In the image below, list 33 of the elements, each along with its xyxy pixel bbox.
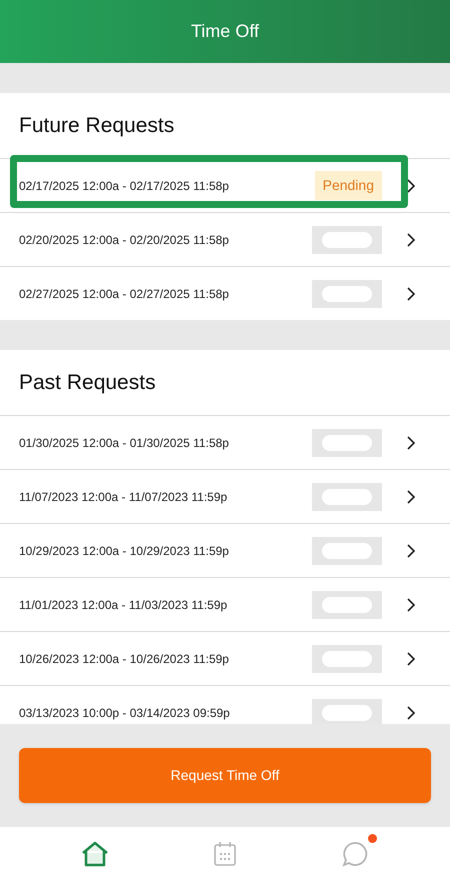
chevron-right-icon bbox=[406, 232, 416, 248]
date-range: 01/30/2025 12:00a - 01/30/2025 11:58p bbox=[19, 434, 230, 452]
date-range: 03/13/2023 10:00p - 03/14/2023 09:59p bbox=[19, 704, 231, 722]
date-range: 02/17/2025 12:00a - 02/17/2025 11:58p bbox=[19, 178, 230, 194]
date-range: 02/27/2025 12:00a - 02/27/2025 11:58p bbox=[19, 286, 230, 302]
redacted-badge bbox=[312, 280, 382, 308]
chevron-right-icon bbox=[406, 650, 416, 666]
redacted-badge bbox=[312, 644, 382, 672]
redacted-badge bbox=[312, 428, 382, 456]
chevron-right-icon bbox=[406, 542, 416, 558]
chevron-right-icon bbox=[406, 704, 416, 720]
redacted-badge bbox=[312, 226, 382, 254]
chevron-right-icon bbox=[406, 434, 416, 450]
request-row[interactable]: 03/13/2023 10:00p - 03/14/2023 09:59p bbox=[0, 685, 450, 724]
date-range: 02/20/2025 12:00a - 02/20/2025 11:58p bbox=[19, 232, 230, 248]
date-range: 11/01/2023 12:00a - 11/03/2023 11:59p bbox=[19, 596, 228, 614]
date-range: 10/26/2023 12:00a - 10/26/2023 11:59p bbox=[19, 650, 230, 668]
chevron-right-icon bbox=[406, 178, 416, 194]
status-badge: Pending bbox=[314, 171, 382, 200]
date-range: 10/29/2023 12:00a - 10/29/2023 11:59p bbox=[19, 542, 230, 560]
redacted-badge bbox=[312, 590, 382, 618]
chevron-right-icon bbox=[406, 488, 416, 504]
date-range: 11/07/2023 12:00a - 11/07/2023 11:59p bbox=[19, 488, 228, 506]
calendar-icon bbox=[213, 841, 237, 867]
chevron-right-icon bbox=[406, 596, 416, 612]
redacted-badge bbox=[312, 482, 382, 510]
page-title: Time Off bbox=[190, 20, 259, 43]
home-icon bbox=[80, 841, 110, 867]
redacted-badge bbox=[312, 536, 382, 564]
chat-icon bbox=[341, 840, 369, 868]
section-title: Future Requests bbox=[19, 112, 174, 139]
chevron-right-icon bbox=[406, 286, 416, 302]
section-title: Past Requests bbox=[19, 370, 156, 396]
